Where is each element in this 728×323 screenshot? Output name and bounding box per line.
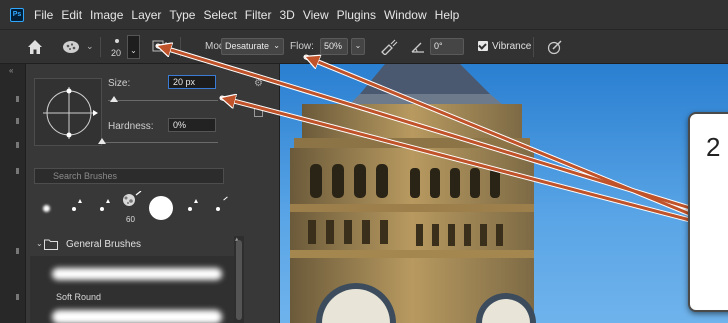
folder-icon bbox=[44, 239, 58, 250]
recent-brush-textured[interactable]: 60 bbox=[118, 190, 144, 227]
brush-picker-chevron-button[interactable]: ⌄ bbox=[127, 35, 140, 59]
clock-tower-photo bbox=[290, 64, 536, 323]
menu-file[interactable]: File bbox=[34, 8, 53, 22]
home-icon[interactable] bbox=[26, 38, 44, 56]
menu-layer[interactable]: Layer bbox=[131, 8, 161, 22]
tool-edge bbox=[16, 294, 19, 300]
menu-3d[interactable]: 3D bbox=[279, 8, 294, 22]
brush-tip-preview-icon[interactable] bbox=[115, 39, 119, 43]
tool-preset-chevron-icon[interactable]: ⌄ bbox=[86, 41, 94, 52]
menu-view[interactable]: View bbox=[303, 8, 329, 22]
gear-icon[interactable]: ⚙ bbox=[254, 78, 263, 89]
panel-collapse-strip: « bbox=[0, 64, 26, 323]
recent-brush-soft[interactable] bbox=[34, 191, 60, 227]
textured-brush-icon bbox=[123, 190, 142, 206]
brush-item-above[interactable] bbox=[30, 256, 234, 290]
recent-brush-hard-small[interactable] bbox=[90, 191, 116, 227]
brush-list: Soft Round bbox=[30, 256, 234, 323]
brush-list-scrollbar[interactable]: ▴ bbox=[234, 236, 244, 323]
brush-settings-panel-icon[interactable] bbox=[152, 39, 168, 55]
callout-step-number: 2 bbox=[706, 132, 721, 162]
separator bbox=[533, 37, 534, 57]
mode-select[interactable]: Desaturate ⌄ bbox=[221, 38, 284, 55]
airbrush-icon[interactable] bbox=[380, 39, 398, 55]
brush-preset-picker: Size: 20 px Hardness: 0% ⚙ Search Brushe… bbox=[26, 64, 280, 323]
brush-stroke-preview bbox=[52, 268, 222, 280]
separator bbox=[100, 37, 101, 57]
pressure-size-icon[interactable] bbox=[547, 39, 563, 55]
hardness-slider-thumb[interactable] bbox=[98, 138, 106, 144]
flow-chevron-button[interactable]: ⌄ bbox=[351, 38, 365, 55]
recent-brush-hard-large[interactable] bbox=[146, 191, 176, 227]
hardness-slider-track[interactable] bbox=[102, 142, 218, 143]
tool-edge bbox=[16, 142, 19, 148]
menu-edit[interactable]: Edit bbox=[61, 8, 82, 22]
recent-brushes: 60 bbox=[34, 190, 254, 227]
separator bbox=[180, 37, 181, 57]
chevron-down-icon[interactable]: ⌄ bbox=[36, 239, 43, 248]
document-canvas[interactable] bbox=[280, 64, 728, 323]
hardness-label: Hardness: bbox=[108, 121, 154, 132]
sponge-tool-icon[interactable] bbox=[62, 38, 80, 56]
tool-edge bbox=[16, 248, 19, 254]
tool-edge bbox=[16, 168, 19, 174]
size-label: Size: bbox=[108, 78, 131, 89]
brush-stroke-preview bbox=[52, 310, 222, 323]
menu-filter[interactable]: Filter bbox=[245, 8, 272, 22]
menu-help[interactable]: Help bbox=[435, 8, 460, 22]
collapse-arrows-icon[interactable]: « bbox=[9, 66, 13, 75]
tool-edge bbox=[16, 118, 19, 124]
options-bar: ⌄ 20 ⌄ Mode: Desaturate ⌄ Flow: 50% ⌄ 0°… bbox=[0, 30, 728, 64]
angle-icon bbox=[411, 42, 424, 53]
scrollbar-thumb[interactable] bbox=[236, 240, 242, 320]
menu-plugins[interactable]: Plugins bbox=[337, 8, 376, 22]
search-brushes-input[interactable]: Search Brushes bbox=[34, 168, 224, 184]
brush-size-value: 20 bbox=[111, 48, 122, 58]
size-slider-track[interactable] bbox=[108, 100, 218, 101]
menu-bar: Ps File Edit Image Layer Type Select Fil… bbox=[0, 0, 728, 30]
size-slider-thumb[interactable] bbox=[109, 96, 118, 102]
flow-input[interactable]: 50% bbox=[320, 38, 348, 55]
brush-item-soft-round[interactable]: Soft Round bbox=[30, 292, 234, 323]
recent-brush-hard-small[interactable] bbox=[178, 191, 204, 227]
new-preset-icon[interactable] bbox=[254, 108, 263, 117]
menu-image[interactable]: Image bbox=[90, 8, 123, 22]
flow-label: Flow: bbox=[290, 41, 314, 52]
brush-angle-roundness-widget[interactable] bbox=[34, 78, 102, 146]
photoshop-logo-icon[interactable]: Ps bbox=[10, 7, 24, 22]
annotation-callout: 2 bbox=[688, 112, 728, 312]
size-input[interactable]: 20 px bbox=[168, 75, 216, 89]
angle-roundness-icon bbox=[43, 87, 98, 139]
menu-select[interactable]: Select bbox=[203, 8, 236, 22]
tool-edge bbox=[16, 96, 19, 102]
menu-window[interactable]: Window bbox=[384, 8, 427, 22]
vibrance-label: Vibrance bbox=[492, 41, 532, 52]
chevron-down-icon: ⌄ bbox=[273, 41, 280, 50]
recent-brush-hard-small[interactable] bbox=[206, 191, 232, 227]
hardness-input[interactable]: 0% bbox=[168, 118, 216, 132]
vibrance-checkbox[interactable] bbox=[478, 41, 488, 51]
angle-input[interactable]: 0° bbox=[430, 38, 464, 55]
menu-type[interactable]: Type bbox=[169, 8, 195, 22]
recent-brush-hard-small[interactable] bbox=[62, 191, 88, 227]
